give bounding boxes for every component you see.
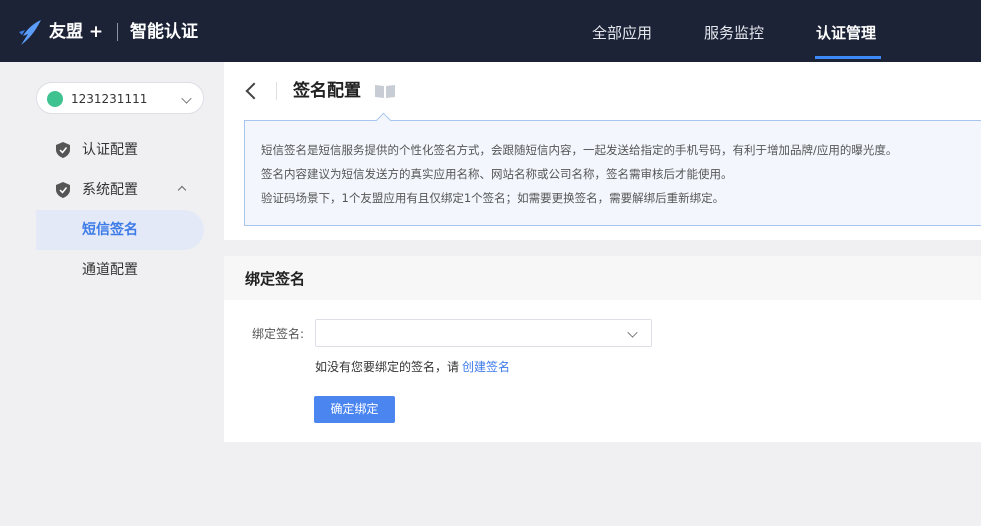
section-header xyxy=(224,256,981,300)
sidebar-item-auth-config[interactable]: 认证配置 xyxy=(36,130,204,170)
shield-icon xyxy=(56,142,70,158)
signature-field-label: 绑定签名: xyxy=(252,327,305,341)
android-icon xyxy=(47,91,63,107)
nav-all-apps[interactable]: 全部应用 xyxy=(592,22,652,44)
nav-active-indicator xyxy=(815,56,881,59)
app-selector[interactable]: 1231231111 xyxy=(36,82,204,114)
info-text-line: 验证码场景下，1个友盟应用有且仅绑定1个签名；如需要更换签名，需要解绑后重新绑定… xyxy=(261,191,725,205)
confirm-bind-button[interactable]: 确定绑定 xyxy=(314,396,395,423)
sidebar-item-label: 系统配置 xyxy=(82,182,138,198)
chevron-up-icon[interactable] xyxy=(177,185,187,195)
chevron-down-icon xyxy=(627,327,638,338)
nav-service-monitor[interactable]: 服务监控 xyxy=(704,22,764,44)
sidebar-item-label: 认证配置 xyxy=(82,142,138,158)
info-text-line: 签名内容建议为短信发送方的真实应用名称、网站名称或公司名称，签名需审核后才能使用… xyxy=(261,167,733,181)
app-selector-value: 1231231111 xyxy=(71,92,148,106)
sidebar-item-sms-signature[interactable]: 短信签名 xyxy=(36,210,204,250)
section-title: 绑定签名 xyxy=(245,270,306,288)
create-signature-link[interactable]: 创建签名 xyxy=(462,358,510,376)
chevron-down-icon xyxy=(181,93,192,104)
header-divider xyxy=(276,82,277,100)
product-name: 智能认证 xyxy=(130,22,198,42)
sidebar-item-channel-config[interactable]: 通道配置 xyxy=(36,250,204,290)
shield-icon xyxy=(56,182,70,198)
sidebar-item-label: 通道配置 xyxy=(82,262,138,278)
page-title: 签名配置 xyxy=(293,81,361,101)
umeng-logo-icon[interactable] xyxy=(17,18,43,46)
nav-auth-management[interactable]: 认证管理 xyxy=(816,22,876,44)
book-icon[interactable] xyxy=(375,84,395,98)
info-text-line: 短信签名是短信服务提供的个性化签名方式，会跟随短信内容，一起发送给指定的手机号码… xyxy=(261,143,898,157)
sidebar-item-system-config[interactable]: 系统配置 xyxy=(36,170,204,210)
brand-name[interactable]: 友盟 + xyxy=(49,20,103,44)
signature-select[interactable] xyxy=(315,319,652,347)
brand-divider xyxy=(117,23,118,41)
create-signature-hint: 如没有您要绑定的签名，请 xyxy=(315,360,460,374)
sidebar-item-label: 短信签名 xyxy=(82,222,138,238)
